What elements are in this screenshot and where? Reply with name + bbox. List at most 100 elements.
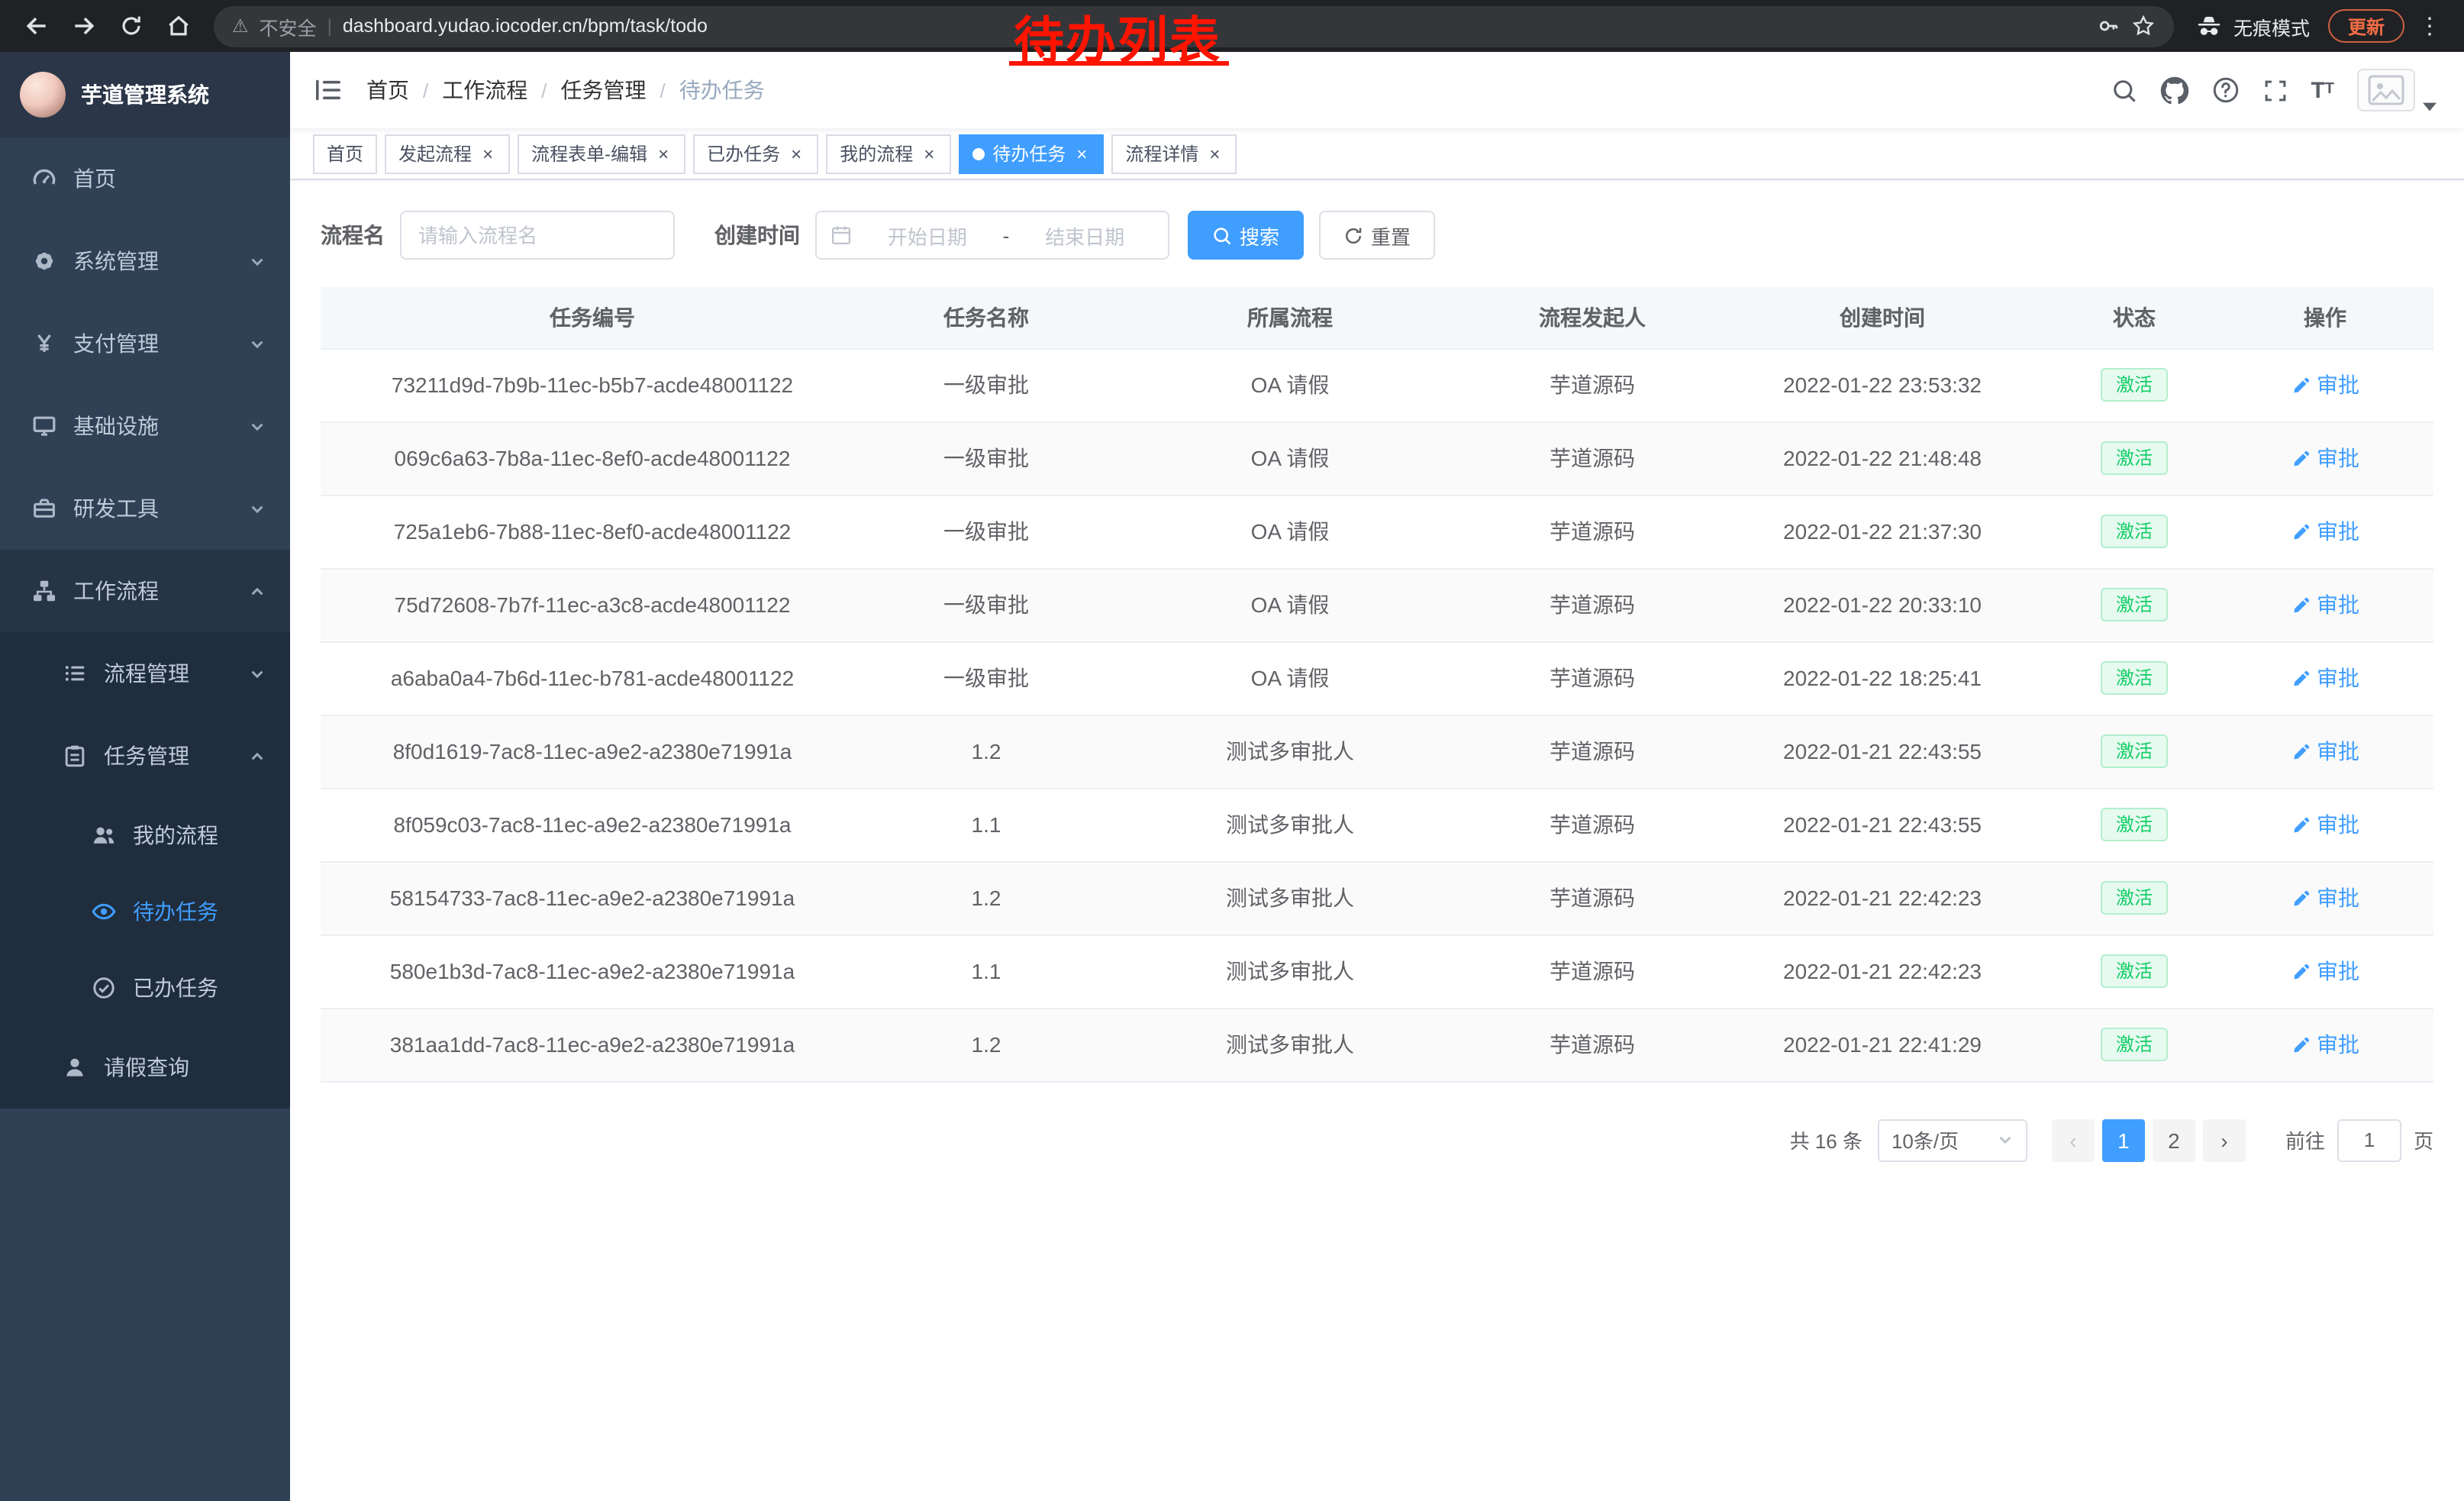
font-size-icon[interactable]: TT — [2311, 79, 2334, 102]
close-icon[interactable]: × — [788, 143, 805, 164]
process-name-input[interactable] — [400, 211, 675, 260]
prev-page-button[interactable]: ‹ — [2052, 1118, 2095, 1161]
browser-back-icon[interactable] — [15, 5, 56, 47]
cell-action: 审批 — [2217, 421, 2433, 495]
sidebar-item-workflow[interactable]: 工作流程 — [0, 550, 290, 632]
tab-process-detail[interactable]: 流程详情 × — [1111, 134, 1237, 173]
sidebar-item-done-tasks[interactable]: 已办任务 — [0, 950, 290, 1026]
sidebar-item-label: 系统管理 — [73, 246, 159, 276]
search-icon[interactable] — [2111, 77, 2137, 103]
sidebar-item-leave-query[interactable]: 请假查询 — [0, 1026, 290, 1109]
end-date-placeholder: 结束日期 — [1015, 221, 1154, 250]
sidebar-item-process-management[interactable]: 流程管理 — [0, 632, 290, 715]
main-content: 流程名 创建时间 开始日期 - 结束日期 搜索 重置 — [290, 180, 2464, 1501]
sidebar-item-dev-tools[interactable]: 研发工具 — [0, 467, 290, 550]
tab-done-tasks[interactable]: 已办任务 × — [693, 134, 818, 173]
sidebar-item-system-management[interactable]: 系统管理 — [0, 220, 290, 302]
tab-my-processes[interactable]: 我的流程 × — [826, 134, 951, 173]
cell-created-at: 2022-01-21 22:42:23 — [1713, 861, 2052, 934]
approve-link[interactable]: 审批 — [2291, 1029, 2359, 1060]
breadcrumb-workflow[interactable]: 工作流程 — [442, 75, 527, 105]
status-badge: 激活 — [2101, 954, 2168, 988]
cell-task-id: 73211d9d-7b9b-11ec-b5b7-acde48001122 — [321, 348, 864, 421]
next-page-button[interactable]: › — [2203, 1118, 2246, 1161]
address-bar[interactable]: ⚠ 不安全 | dashboard.yudao.iocoder.cn/bpm/t… — [214, 5, 2174, 47]
update-button[interactable]: 更新 — [2328, 9, 2404, 43]
process-name-label: 流程名 — [321, 220, 385, 250]
status-badge: 激活 — [2101, 1028, 2168, 1061]
chevron-down-icon — [249, 418, 266, 434]
bookmark-star-icon[interactable] — [2131, 14, 2156, 38]
column-process: 所属流程 — [1108, 287, 1472, 348]
page-button-2[interactable]: 2 — [2153, 1118, 2195, 1161]
cell-status: 激活 — [2052, 495, 2217, 568]
breadcrumb-home[interactable]: 首页 — [366, 75, 409, 105]
sidebar-item-home[interactable]: 首页 — [0, 137, 290, 220]
close-icon[interactable]: × — [921, 143, 937, 164]
sidebar-item-todo-tasks[interactable]: 待办任务 — [0, 873, 290, 950]
page-size-select[interactable]: 10条/页 — [1878, 1118, 2027, 1161]
sidebar-collapse-icon[interactable] — [314, 78, 342, 102]
chevron-down-icon — [249, 500, 266, 517]
sidebar-item-payment-management[interactable]: 支付管理 — [0, 302, 290, 385]
help-icon[interactable] — [2211, 76, 2239, 104]
approve-link[interactable]: 审批 — [2291, 736, 2359, 767]
breadcrumb-task-management[interactable]: 任务管理 — [561, 75, 647, 105]
page-button-1[interactable]: 1 — [2102, 1118, 2145, 1161]
status-badge: 激活 — [2101, 515, 2168, 548]
tab-process-form-edit[interactable]: 流程表单-编辑 × — [518, 134, 685, 173]
cell-status: 激活 — [2052, 568, 2217, 641]
reset-button[interactable]: 重置 — [1319, 211, 1435, 260]
browser-toolbar: ⚠ 不安全 | dashboard.yudao.iocoder.cn/bpm/t… — [0, 0, 2464, 52]
github-icon[interactable] — [2159, 76, 2188, 105]
approve-link[interactable]: 审批 — [2291, 516, 2359, 547]
sidebar-item-task-management[interactable]: 任务管理 — [0, 715, 290, 797]
sidebar-item-my-processes[interactable]: 我的流程 — [0, 797, 290, 873]
fullscreen-icon[interactable] — [2262, 77, 2288, 103]
tab-home[interactable]: 首页 — [313, 134, 377, 173]
search-button[interactable]: 搜索 — [1188, 211, 1304, 260]
top-navbar: 首页 / 工作流程 / 任务管理 / 待办任务 TT — [290, 52, 2464, 128]
cell-task-id: 8f059c03-7ac8-11ec-a9e2-a2380e71991a — [321, 788, 864, 861]
column-task-name: 任务名称 — [864, 287, 1108, 348]
edit-icon — [2291, 375, 2311, 395]
close-icon[interactable]: × — [655, 143, 672, 164]
approve-link[interactable]: 审批 — [2291, 370, 2359, 400]
tab-todo-tasks[interactable]: 待办任务 × — [959, 134, 1104, 173]
approve-link[interactable]: 审批 — [2291, 589, 2359, 620]
approve-link[interactable]: 审批 — [2291, 956, 2359, 986]
cell-process: 测试多审批人 — [1108, 1008, 1472, 1081]
cell-task-name: 一级审批 — [864, 348, 1108, 421]
approve-link[interactable]: 审批 — [2291, 663, 2359, 693]
date-range-picker[interactable]: 开始日期 - 结束日期 — [815, 211, 1169, 260]
sidebar-item-infrastructure[interactable]: 基础设施 — [0, 385, 290, 467]
approve-link[interactable]: 审批 — [2291, 883, 2359, 913]
browser-menu-icon[interactable]: ⋮ — [2411, 12, 2449, 40]
cell-action: 审批 — [2217, 715, 2433, 788]
tab-label: 已办任务 — [707, 140, 780, 166]
user-avatar[interactable] — [2357, 69, 2437, 111]
browser-forward-icon[interactable] — [63, 5, 104, 47]
goto-page-input[interactable] — [2337, 1118, 2401, 1161]
cell-initiator: 芋道源码 — [1472, 934, 1713, 1008]
approve-link[interactable]: 审批 — [2291, 809, 2359, 840]
key-icon[interactable] — [2096, 14, 2121, 38]
app-logo[interactable]: 芋道管理系统 — [0, 52, 290, 137]
workflow-icon — [31, 579, 56, 603]
status-badge: 激活 — [2101, 661, 2168, 695]
goto-unit-label: 页 — [2414, 1125, 2433, 1154]
browser-home-icon[interactable] — [157, 5, 198, 47]
tab-start-process[interactable]: 发起流程 × — [385, 134, 510, 173]
page-url: dashboard.yudao.iocoder.cn/bpm/task/todo — [343, 15, 708, 37]
breadcrumb-separator: / — [660, 79, 666, 102]
close-icon[interactable]: × — [1206, 143, 1223, 164]
browser-reload-icon[interactable] — [110, 5, 151, 47]
cell-initiator: 芋道源码 — [1472, 788, 1713, 861]
cell-task-name: 1.1 — [864, 788, 1108, 861]
cell-status: 激活 — [2052, 641, 2217, 715]
close-icon[interactable]: × — [479, 143, 496, 164]
column-created-at: 创建时间 — [1713, 287, 2052, 348]
close-icon[interactable]: × — [1073, 143, 1090, 164]
cell-action: 审批 — [2217, 1008, 2433, 1081]
approve-link[interactable]: 审批 — [2291, 443, 2359, 473]
